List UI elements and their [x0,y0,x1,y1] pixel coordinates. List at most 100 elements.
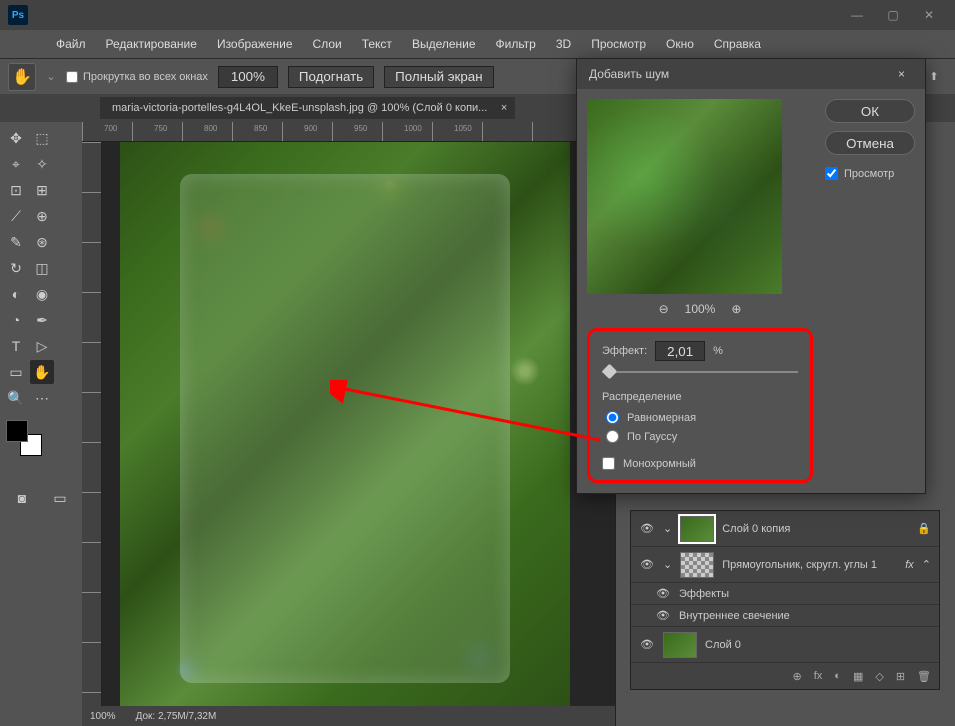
dodge-tool[interactable]: ◔ [4,308,28,332]
layer-thumb[interactable] [680,516,714,542]
marquee-tool[interactable]: ⬚ [30,126,54,150]
expand-icon[interactable]: ⌄ [663,558,672,571]
slider-thumb[interactable] [602,364,618,380]
zoom-input[interactable] [218,66,278,88]
layer-name[interactable]: Слой 0 копия [722,523,909,535]
layer-row[interactable]: 👁 ⌄ Слой 0 копия 🔒 [631,511,939,547]
menu-window[interactable]: Окно [658,33,702,55]
crop-tool[interactable]: ⊡ [4,178,28,202]
visibility-icon[interactable]: 👁 [639,522,655,535]
menu-edit[interactable]: Редактирование [98,33,205,55]
menu-filter[interactable]: Фильтр [488,33,544,55]
lasso-tool[interactable]: ⌖ [4,152,28,176]
shape-tool[interactable]: ▭ [4,360,28,384]
status-zoom[interactable]: 100% [90,711,116,722]
menu-image[interactable]: Изображение [209,33,301,55]
toolbox: ✥ ⬚ ⌖ ✧ ⊡ ⊞ ⟋ ⊕ ✎ ⊛ ↻ ◫ ◐ ◉ ◔ ✒ T ▷ ▭ ✋ … [0,122,82,726]
minimize-button[interactable]: ― [839,0,875,30]
mono-checkbox[interactable]: Монохромный [602,457,798,470]
maximize-button[interactable]: ▢ [875,0,911,30]
zoom-in-icon[interactable]: ⊕ [731,302,741,316]
document-tab[interactable]: maria-victoria-portelles-g4L4OL_KkeE-uns… [100,97,515,119]
preview-checkbox[interactable]: Просмотр [825,167,915,180]
glass-effect-layer [180,174,510,683]
collapse-icon[interactable]: ⌃ [922,558,931,571]
menu-text[interactable]: Текст [354,33,400,55]
wand-tool[interactable]: ✧ [30,152,54,176]
delete-layer-icon[interactable]: 🗑 [917,670,931,683]
ruler-mark: 850 [254,124,267,133]
menu-3d[interactable]: 3D [548,33,579,55]
heal-tool[interactable]: ⊕ [30,204,54,228]
link-icon[interactable]: ⌄ [663,522,672,535]
ruler-horizontal[interactable]: 700 750 800 850 900 950 1000 1050 [82,122,615,142]
ruler-mark: 900 [304,124,317,133]
type-tool[interactable]: T [4,334,28,358]
dialog-titlebar[interactable]: Добавить шум × [577,59,925,89]
canvas[interactable] [120,142,615,706]
visibility-icon[interactable]: 👁 [655,587,671,600]
fx-icon[interactable]: fx [814,670,823,682]
new-layer-icon[interactable]: ⊞ [896,670,905,683]
menu-layers[interactable]: Слои [305,33,350,55]
zoom-out-icon[interactable]: ⊖ [659,302,669,316]
layers-panel: 👁 ⌄ Слой 0 копия 🔒 👁 ⌄ Прямоугольник, ск… [630,510,940,690]
hand-tool[interactable]: ✋ [30,360,54,384]
scroll-all-checkbox[interactable]: Прокрутка во всех окнах [66,71,208,83]
visibility-icon[interactable]: 👁 [639,558,655,571]
effect-slider[interactable] [602,371,798,373]
lock-icon[interactable]: 🔒 [917,522,931,535]
screenmode-tool[interactable]: ▭ [48,486,72,510]
pen-tool[interactable]: ✒ [30,308,54,332]
menu-select[interactable]: Выделение [404,33,484,55]
adjustment-icon[interactable]: ▦ [853,670,863,683]
fx-badge[interactable]: fx [905,559,914,571]
frame-tool[interactable]: ⊞ [30,178,54,202]
hand-tool-indicator[interactable]: ✋ [8,63,36,91]
layer-name[interactable]: Слой 0 [705,639,931,651]
gauss-radio[interactable]: По Гауссу [602,430,798,443]
layer-row[interactable]: 👁 Слой 0 [631,627,939,663]
tab-close-icon[interactable]: × [501,102,507,114]
visibility-icon[interactable]: 👁 [655,609,671,622]
mask-icon[interactable]: ◐ [834,670,841,682]
layer-thumb[interactable] [680,552,714,578]
layer-fx-row[interactable]: 👁 Эффекты [631,583,939,605]
blur-tool[interactable]: ◉ [30,282,54,306]
noise-preview[interactable] [587,99,782,294]
layer-thumb[interactable] [663,632,697,658]
history-brush-tool[interactable]: ↻ [4,256,28,280]
visibility-icon[interactable]: 👁 [639,638,655,651]
artboard [120,142,570,715]
brush-tool[interactable]: ✎ [4,230,28,254]
color-swatches[interactable] [6,420,42,456]
group-icon[interactable]: ◇ [875,670,883,683]
effect-input[interactable] [655,341,705,361]
fullscreen-button[interactable]: Полный экран [384,66,493,88]
fit-button[interactable]: Подогнать [288,66,374,88]
uniform-radio[interactable]: Равномерная [602,411,798,424]
eraser-tool[interactable]: ◫ [30,256,54,280]
ok-button[interactable]: ОК [825,99,915,123]
zoom-tool[interactable]: 🔍 [4,386,28,410]
path-tool[interactable]: ▷ [30,334,54,358]
cancel-button[interactable]: Отмена [825,131,915,155]
menu-view[interactable]: Просмотр [583,33,654,55]
more-tool[interactable]: ⋯ [30,386,54,410]
close-button[interactable]: ✕ [911,0,947,30]
dialog-close-icon[interactable]: × [890,63,913,85]
fg-color[interactable] [6,420,28,442]
ruler-vertical[interactable] [82,142,102,706]
move-tool[interactable]: ✥ [4,126,28,150]
stamp-tool[interactable]: ⊛ [30,230,54,254]
menu-file[interactable]: Файл [48,33,94,55]
link-layers-icon[interactable]: ⊕ [793,670,802,683]
eyedropper-tool[interactable]: ⟋ [4,204,28,228]
layer-name[interactable]: Прямоугольник, скругл. углы 1 [722,559,897,571]
layer-row[interactable]: 👁 ⌄ Прямоугольник, скругл. углы 1 fx ⌃ [631,547,939,583]
menu-help[interactable]: Справка [706,33,769,55]
tool-preset-dropdown[interactable]: ⌄ [46,70,56,83]
gradient-tool[interactable]: ◐ [4,282,28,306]
layer-fx-item[interactable]: 👁 Внутреннее свечение [631,605,939,627]
quickmask-tool[interactable]: ◙ [10,486,34,510]
